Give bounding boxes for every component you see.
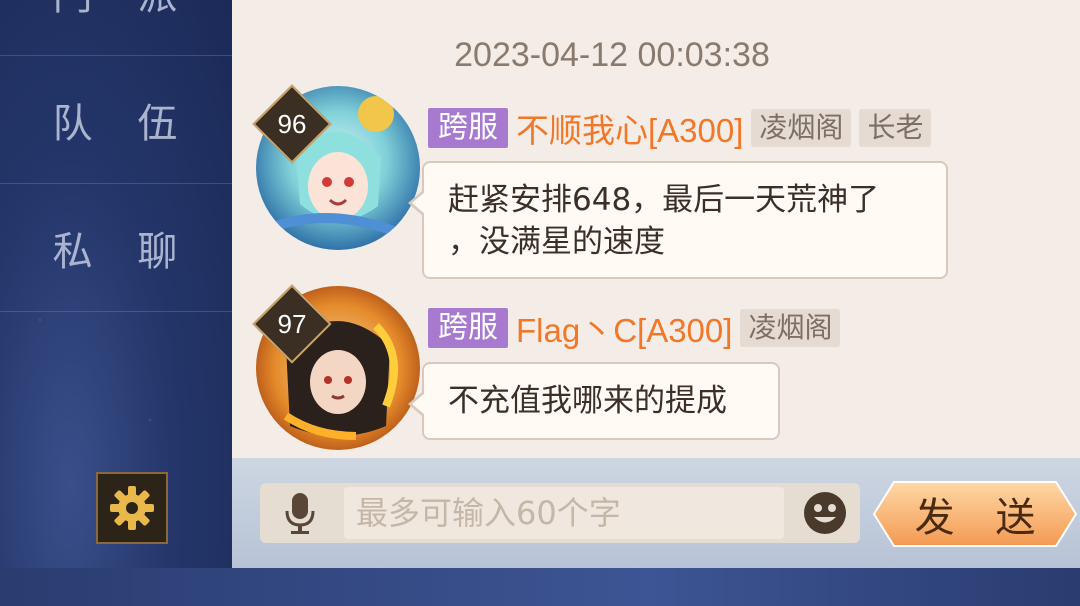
- channel-sidebar: 门 派 队 伍 私 聊: [0, 0, 232, 606]
- message-header: 跨服 Flag丶C[A300] 凌烟阁: [428, 304, 841, 352]
- sidebar-item-private-chat[interactable]: 私 聊: [0, 184, 232, 312]
- input-container: [260, 483, 860, 543]
- chat-text-input[interactable]: [344, 487, 784, 539]
- message-header: 跨服 不顺我心[A300] 凌烟阁 长老: [428, 104, 932, 152]
- sidebar-item-label: 队 伍: [52, 100, 194, 147]
- level-value: 97: [277, 308, 307, 339]
- gear-icon: [110, 486, 154, 530]
- cross-server-tag: 跨服: [428, 108, 508, 148]
- chat-panel[interactable]: 2023-04-12 00:03:38 96 跨服 不顺我心[A300] 凌烟阁…: [232, 0, 1080, 458]
- message-text-line: 不充值我哪来的提成: [448, 383, 727, 419]
- guild-tag: 凌烟阁: [751, 109, 852, 147]
- message-text-line: 赶紧安排648，最后一天荒神了: [448, 182, 880, 218]
- bottom-decoration: [0, 568, 1080, 606]
- microphone-icon: [285, 493, 315, 534]
- sidebar-item-sect[interactable]: 门 派: [0, 0, 232, 56]
- message-timestamp: 2023-04-12 00:03:38: [454, 36, 770, 74]
- rank-tag: 长老: [859, 109, 932, 147]
- sidebar-item-team[interactable]: 队 伍: [0, 56, 232, 184]
- message-bubble[interactable]: 不充值我哪来的提成: [408, 362, 780, 440]
- level-value: 96: [277, 108, 307, 139]
- send-button-label: 发 送: [914, 495, 1050, 541]
- chat-input-bar: 发 送: [232, 458, 1080, 568]
- sidebar-item-label: 私 聊: [52, 228, 194, 275]
- player-name[interactable]: 不顺我心[A300]: [516, 104, 743, 152]
- voice-input-button[interactable]: [274, 487, 326, 539]
- send-button[interactable]: 发 送: [872, 480, 1078, 548]
- guild-tag: 凌烟阁: [740, 309, 841, 347]
- sidebar-item-label: 门 派: [53, 0, 194, 21]
- settings-button[interactable]: [96, 472, 168, 544]
- smiley-icon: [804, 492, 846, 534]
- emoji-button[interactable]: [800, 488, 850, 538]
- message-text-line: ，没满星的速度: [448, 224, 665, 260]
- message-bubble[interactable]: 赶紧安排648，最后一天荒神了 ，没满星的速度: [408, 161, 948, 279]
- cross-server-tag: 跨服: [428, 308, 508, 348]
- player-name[interactable]: Flag丶C[A300]: [516, 304, 732, 352]
